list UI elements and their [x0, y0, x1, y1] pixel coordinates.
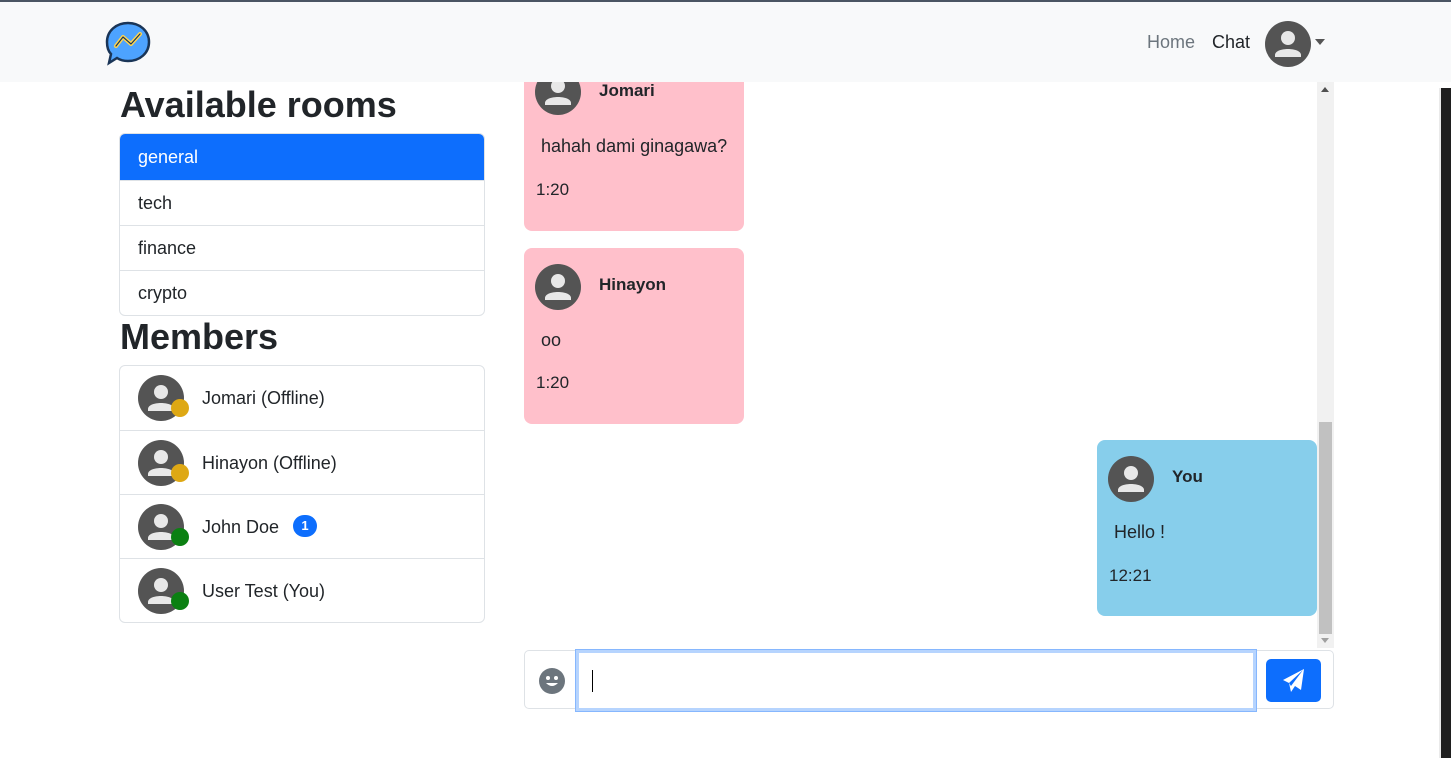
dropdown-caret-icon[interactable]: [1315, 39, 1325, 45]
message-author: Hinayon: [599, 275, 667, 294]
nav-home-link[interactable]: Home: [1147, 32, 1195, 53]
send-button[interactable]: [1266, 659, 1321, 702]
navbar: Home Chat: [0, 2, 1451, 82]
scrollbar-thumb[interactable]: [1319, 422, 1332, 634]
scroll-up-arrow-icon[interactable]: [1321, 87, 1329, 92]
member-name: Hinayon (Offline): [202, 453, 337, 473]
member-name: Jomari (Offline): [202, 388, 325, 408]
status-dot-icon: [171, 399, 189, 417]
smiley-icon[interactable]: [539, 668, 565, 694]
window-edge-dark: [1441, 88, 1451, 758]
message-time: 12:21: [1109, 566, 1152, 585]
message-avatar-icon: [535, 264, 581, 310]
message-time: 1:20: [536, 180, 570, 199]
message-text: oo: [541, 330, 562, 350]
message-author: Jomari: [599, 82, 655, 100]
unread-badge: 1: [293, 515, 317, 537]
message-bubble: Hinayon oo 1:20: [524, 248, 744, 424]
chat-logo-icon[interactable]: [104, 20, 152, 66]
text-caret: [592, 670, 593, 692]
message-time: 1:20: [536, 373, 570, 392]
message-bubble: You Hello ! 12:21: [1097, 440, 1317, 616]
room-item-general[interactable]: general: [120, 134, 484, 180]
member-item[interactable]: John Doe 1: [120, 494, 484, 558]
rooms-heading: Available rooms: [120, 84, 397, 125]
member-item[interactable]: Hinayon (Offline): [120, 430, 484, 494]
member-name: User Test (You): [202, 581, 326, 601]
message-text: hahah dami ginagawa?: [541, 136, 728, 156]
message-list[interactable]: Jomari hahah dami ginagawa? 1:20 Hinayon…: [524, 82, 1317, 648]
scroll-down-arrow-icon[interactable]: [1321, 638, 1329, 643]
message-avatar-icon: [535, 82, 581, 115]
message-text: Hello !: [1114, 522, 1166, 542]
room-item-finance[interactable]: finance: [120, 225, 484, 270]
members-heading: Members: [120, 316, 279, 357]
member-item[interactable]: Jomari (Offline): [120, 366, 484, 430]
rooms-list: general tech finance crypto: [119, 133, 485, 316]
status-dot-icon: [171, 528, 189, 546]
status-dot-icon: [171, 464, 189, 482]
member-name: John Doe: [202, 517, 280, 537]
status-dot-icon: [171, 592, 189, 610]
chat-scrollbar[interactable]: [1317, 82, 1334, 648]
message-bubble: Jomari hahah dami ginagawa? 1:20: [524, 82, 744, 231]
user-avatar-icon[interactable]: [1265, 21, 1311, 67]
message-author: You: [1172, 467, 1203, 486]
room-item-tech[interactable]: tech: [120, 180, 484, 225]
message-input[interactable]: [575, 649, 1257, 712]
nav-chat-link[interactable]: Chat: [1212, 32, 1250, 53]
room-item-crypto[interactable]: crypto: [120, 270, 484, 315]
member-item[interactable]: User Test (You): [120, 558, 484, 622]
message-avatar-icon: [1108, 456, 1154, 502]
message-composer: [524, 649, 1334, 712]
members-list: Jomari (Offline) Hinayon (Offline) John …: [119, 365, 485, 623]
paper-plane-icon: [1283, 669, 1304, 692]
